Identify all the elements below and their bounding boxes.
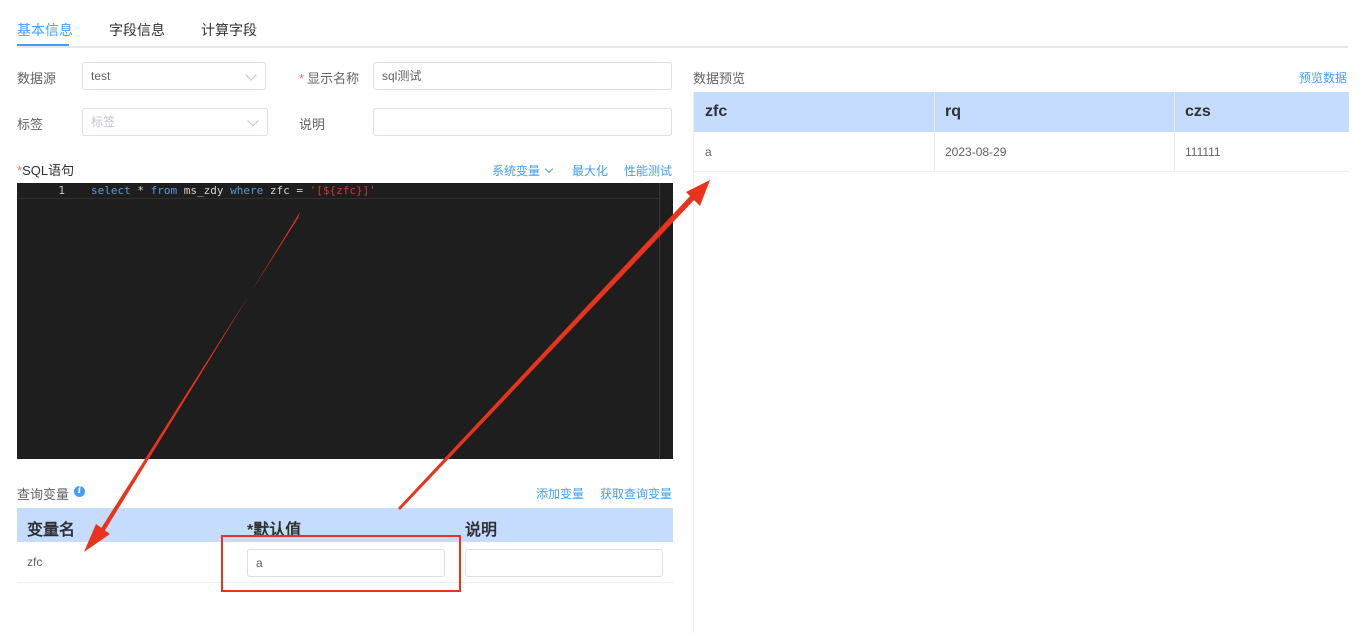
sql-label-text: SQL语句 [22, 163, 75, 178]
description-input[interactable] [373, 108, 672, 136]
preview-table-header: zfc rq czs [694, 92, 1349, 132]
display-name-value: sql测试 [382, 69, 422, 83]
performance-test-link[interactable]: 性能测试 [624, 162, 672, 179]
datasource-select[interactable]: test [82, 62, 266, 90]
column-header-description: 说明 [465, 522, 498, 539]
code-keyword: select [91, 184, 131, 197]
sql-code: select * from ms_zdy where zfc = '[${zfc… [91, 184, 376, 197]
variable-description-input[interactable] [465, 549, 663, 577]
table-row: a 2023-08-29 111111 [694, 132, 1349, 172]
display-name-input[interactable]: sql测试 [373, 62, 672, 90]
tab-field-info[interactable]: 字段信息 [109, 20, 165, 40]
cell-czs: 111111 [1185, 145, 1221, 159]
cell-zfc: a [705, 145, 712, 159]
datasource-value: test [91, 69, 111, 83]
display-name-label-text: 显示名称 [307, 71, 360, 86]
active-tab-indicator [17, 44, 69, 46]
datasource-label: 数据源 [17, 71, 57, 86]
tab-bar: 基本信息 字段信息 计算字段 [17, 0, 1348, 48]
maximize-link[interactable]: 最大化 [572, 162, 608, 179]
preview-table: zfc rq czs a 2023-08-29 111111 [693, 92, 1349, 633]
editor-line: 1 select * from ms_zdy where zfc = '[${z… [17, 183, 659, 199]
tag-select[interactable]: 标签 [82, 108, 268, 136]
tab-basic-info[interactable]: 基本信息 [17, 20, 73, 40]
description-label: 说明 [299, 117, 326, 132]
tag-label: 标签 [17, 117, 44, 132]
column-header-zfc: zfc [705, 103, 728, 120]
fetch-query-variables-link[interactable]: 获取查询变量 [600, 485, 672, 502]
annotation-highlight-box [221, 535, 461, 592]
tab-computed-fields[interactable]: 计算字段 [201, 20, 257, 40]
chevron-down-icon [247, 115, 259, 127]
code-keyword: where [230, 184, 264, 197]
chevron-down-icon [544, 164, 554, 174]
sql-label: *SQL语句 [17, 163, 75, 178]
preview-data-link[interactable]: 预览数据 [1299, 69, 1347, 86]
code-text: zfc = [263, 184, 310, 197]
line-number: 1 [58, 184, 65, 197]
system-variables-dropdown[interactable]: 系统变量 [492, 162, 554, 179]
code-text: * [130, 184, 151, 197]
cell-rq: 2023-08-29 [945, 145, 1007, 159]
column-header-var-name: 变量名 [27, 522, 76, 539]
code-string: '[${zfc}]' [309, 184, 376, 197]
add-variable-link[interactable]: 添加变量 [536, 485, 584, 502]
info-icon[interactable]: i [74, 486, 85, 497]
column-header-rq: rq [945, 103, 961, 120]
tag-placeholder: 标签 [91, 115, 116, 129]
display-name-label: * 显示名称 [299, 71, 360, 86]
system-variables-label: 系统变量 [492, 164, 541, 178]
column-header-czs: czs [1185, 103, 1211, 120]
sql-editor[interactable]: 1 select * from ms_zdy where zfc = '[${z… [17, 183, 673, 459]
editor-scrollbar[interactable] [659, 183, 673, 459]
chevron-down-icon [245, 69, 257, 81]
code-text: ms_zdy [177, 184, 231, 197]
variable-name: zfc [27, 555, 43, 569]
code-keyword: from [150, 184, 178, 197]
query-variables-title: 查询变量 [17, 487, 70, 502]
data-preview-title: 数据预览 [693, 71, 746, 86]
